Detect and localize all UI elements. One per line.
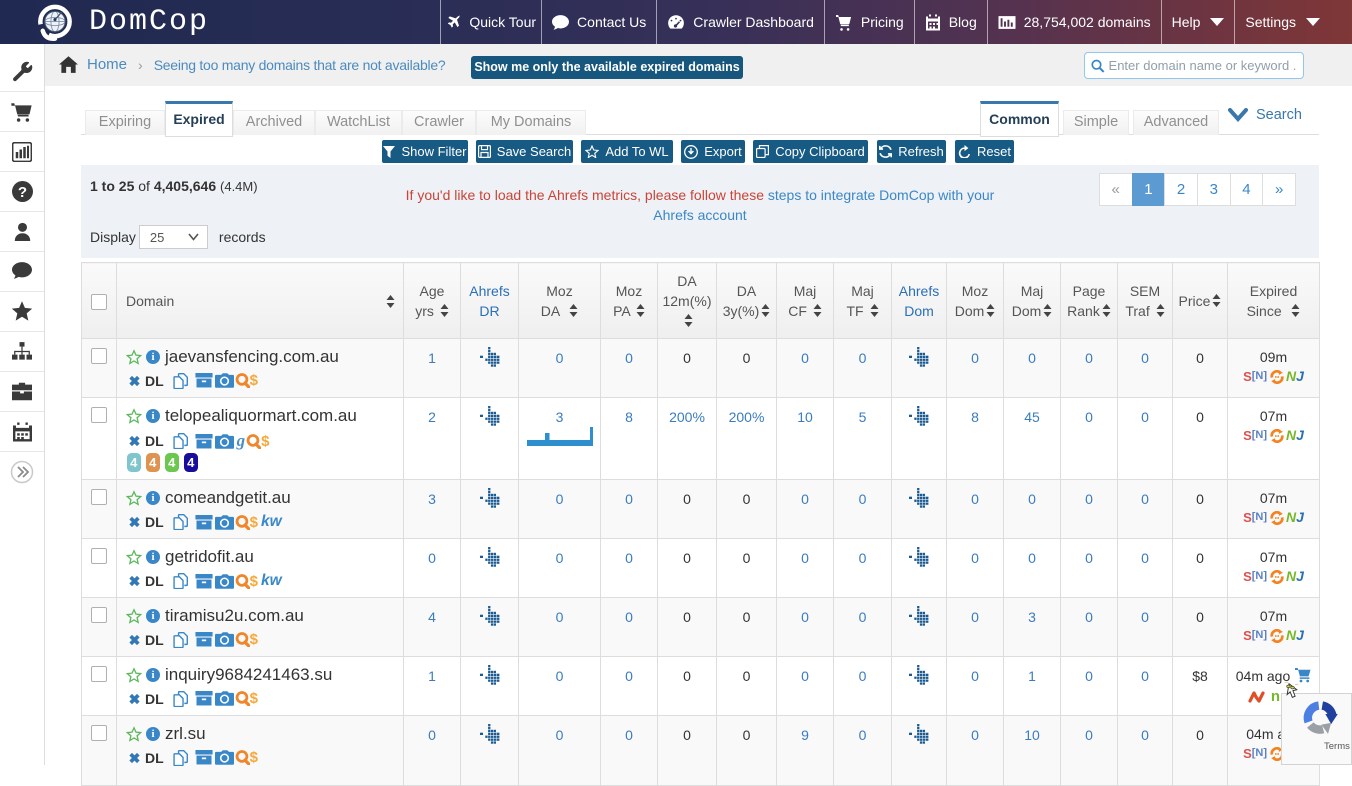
svg-text:?: ? [17, 184, 26, 201]
